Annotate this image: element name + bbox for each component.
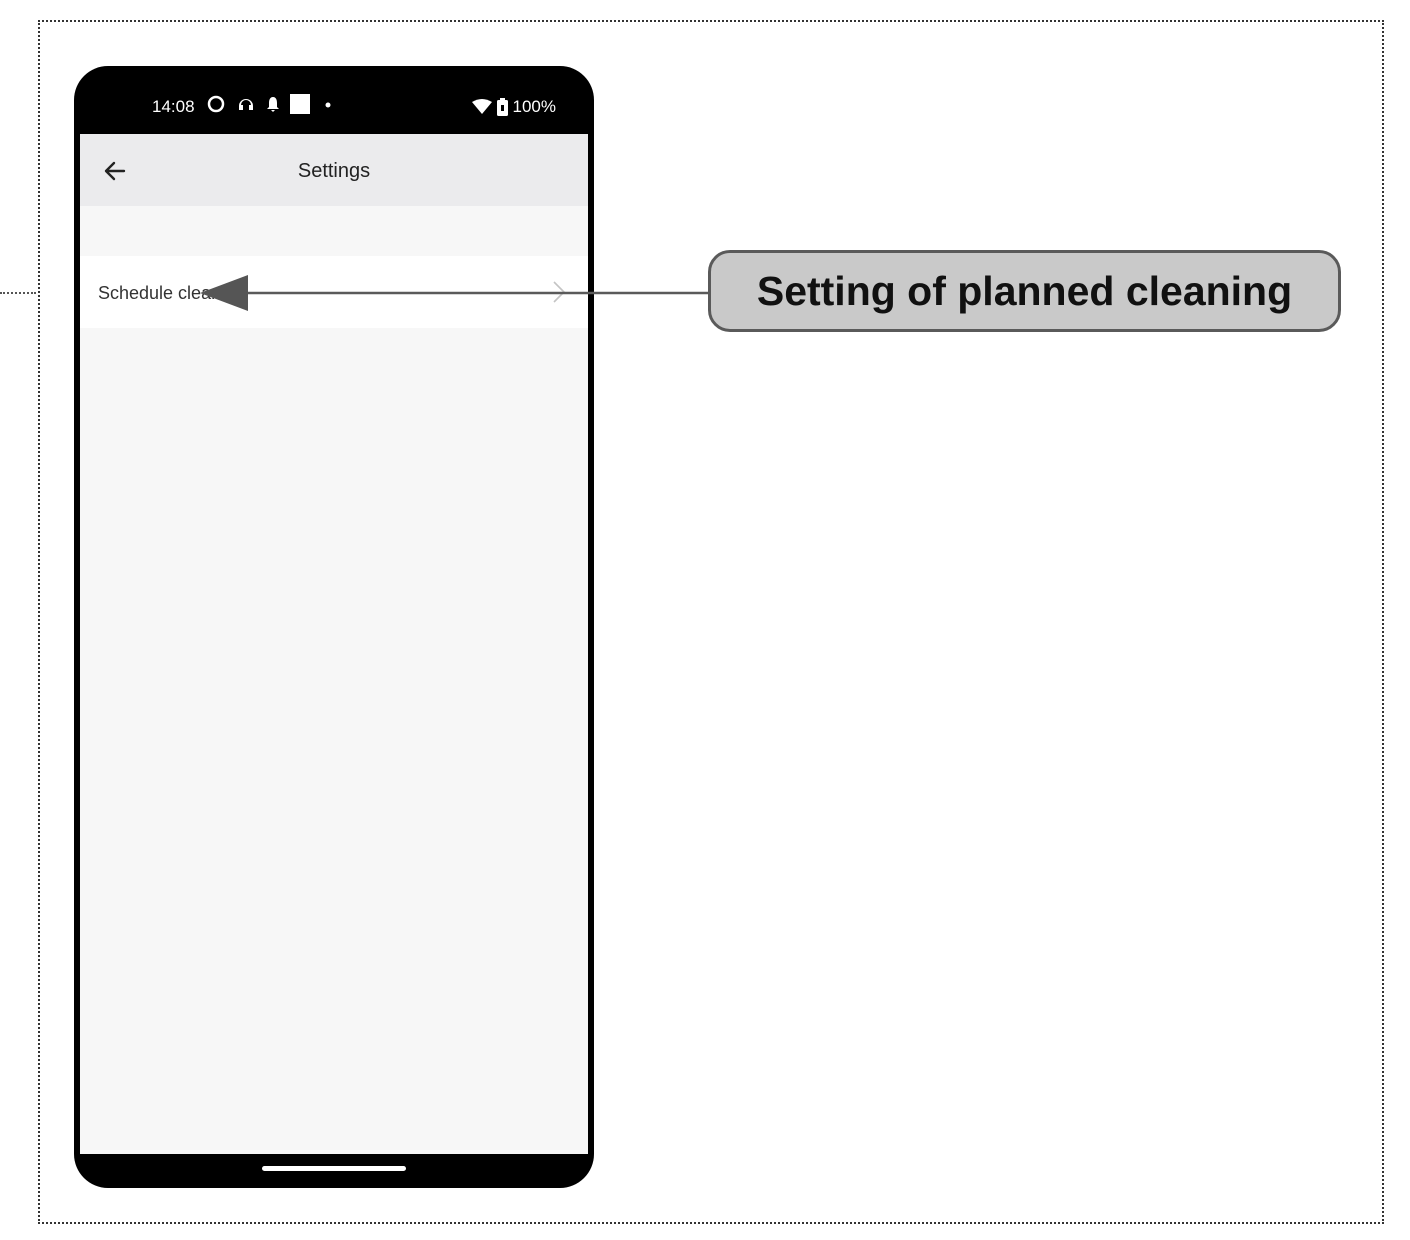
square-icon	[290, 94, 310, 114]
phone-device: 14:08 100% Settings Schedule cleaning	[74, 66, 594, 1188]
battery-level: 100%	[512, 97, 556, 116]
chevron-right-icon	[553, 281, 566, 303]
status-time: 14:08	[152, 97, 195, 116]
page-title: Settings	[297, 160, 371, 182]
bell-icon	[267, 97, 279, 112]
sync-icon	[207, 95, 225, 113]
app-screen: Settings Schedule cleaning	[80, 134, 588, 1154]
status-right: 100%	[471, 97, 556, 117]
dotted-leader	[0, 292, 36, 294]
wifi-icon	[471, 99, 492, 114]
dot-icon	[325, 102, 331, 108]
home-indicator[interactable]	[262, 1166, 406, 1171]
settings-item-schedule-cleaning[interactable]: Schedule cleaning	[80, 256, 588, 328]
status-notification-icons	[206, 94, 336, 114]
app-bar: Settings	[80, 134, 588, 206]
callout-label: Setting of planned cleaning	[708, 250, 1341, 332]
callout-text: Setting of planned cleaning	[756, 267, 1293, 314]
status-bar: 14:08 100%	[74, 66, 594, 134]
battery-icon	[496, 98, 508, 116]
settings-item-label: Schedule cleaning	[98, 283, 246, 303]
headset-icon	[239, 99, 253, 110]
